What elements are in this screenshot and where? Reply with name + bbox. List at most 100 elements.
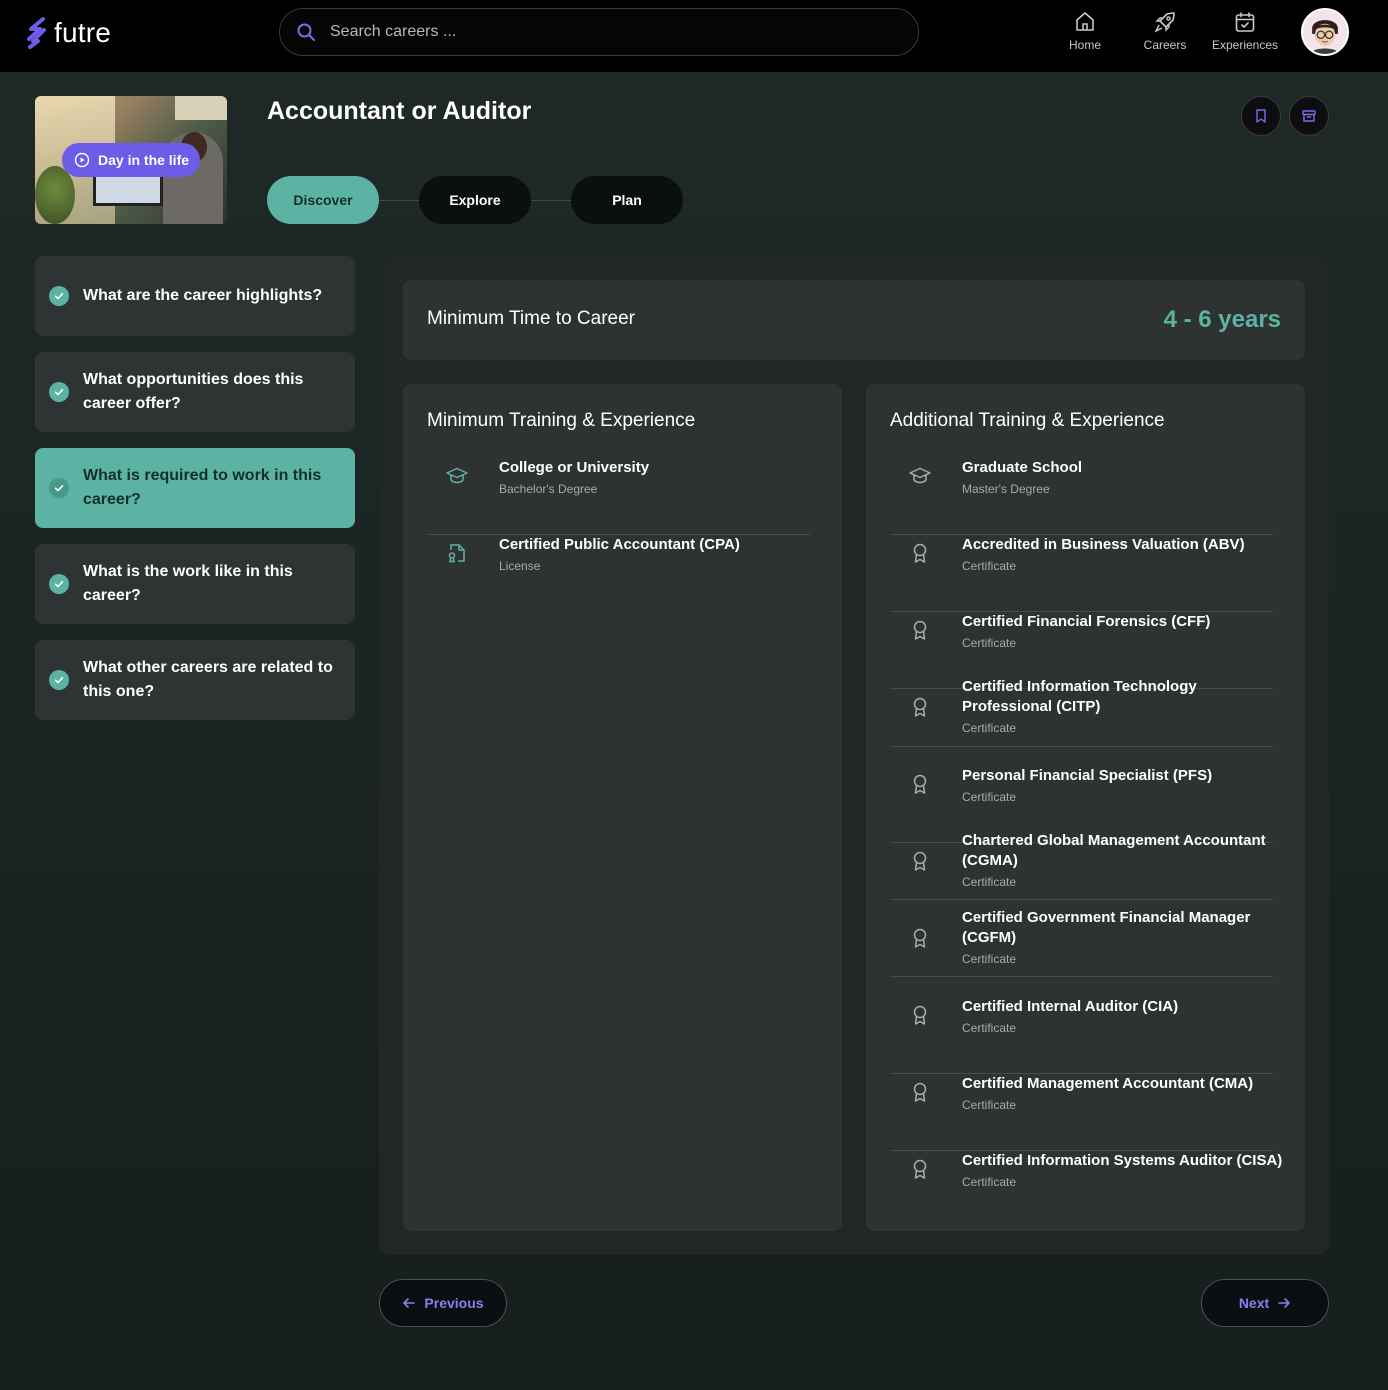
time-to-career-card: Minimum Time to Career 4 - 6 years: [403, 280, 1305, 360]
award-ribbon-icon: [913, 697, 927, 717]
entry-subtitle: Certificate: [962, 790, 1017, 804]
day-in-the-life-label: Day in the life: [98, 152, 190, 168]
time-to-career-label: Minimum Time to Career: [427, 308, 635, 329]
nav-experiences[interactable]: Experiences: [1205, 10, 1285, 60]
award-ribbon-icon: [913, 620, 927, 640]
search-icon: [297, 23, 315, 41]
entry-subtitle: Certificate: [962, 875, 1017, 889]
nav-home[interactable]: Home: [1045, 10, 1125, 60]
list-item: Certified Information Technology Profess…: [890, 669, 1273, 747]
step-discover[interactable]: Discover: [267, 176, 379, 224]
entry-title: Accredited in Business Valuation (ABV): [962, 536, 1245, 553]
futre-logo-icon: [27, 17, 46, 49]
home-icon: [1076, 12, 1094, 31]
entry-title: Certified Government Financial Manager (…: [962, 909, 1251, 946]
award-ribbon-icon: [913, 928, 927, 948]
entry-title: Certified Financial Forensics (CFF): [962, 613, 1211, 630]
next-label: Next: [1238, 1295, 1270, 1311]
entry-subtitle: Certificate: [962, 1021, 1017, 1035]
entry-title: Certified Internal Auditor (CIA): [962, 998, 1179, 1015]
entry-subtitle: Certificate: [962, 1175, 1017, 1189]
list-item: Certified Public Accountant (CPA) Licens…: [427, 535, 810, 612]
entry-subtitle: Certificate: [962, 559, 1017, 573]
check-circle-icon: [49, 478, 69, 498]
award-ribbon-icon: [913, 851, 927, 871]
page-title: Accountant or Auditor: [267, 97, 532, 125]
entry-subtitle: Certificate: [962, 721, 1017, 735]
entry-title: Certified Management Accountant (CMA): [962, 1075, 1254, 1092]
archive-icon: [1302, 110, 1316, 122]
top-bar: futre Home Careers: [0, 0, 1388, 72]
sidebar-item-label: What other careers are related to this o…: [83, 659, 333, 700]
sidebar-item-requirements[interactable]: What is required to work in this career?: [35, 448, 355, 528]
minimum-training-title: Minimum Training & Experience: [427, 410, 696, 431]
step-explore[interactable]: Explore: [419, 176, 531, 224]
sidebar-item-work-like[interactable]: What is the work like in this career?: [35, 544, 355, 624]
previous-button[interactable]: Previous: [379, 1279, 507, 1327]
sidebar-item-label: What is required to work in this career?: [83, 467, 322, 508]
sidebar-item-career-highlights[interactable]: What are the career highlights?: [35, 256, 355, 336]
entry-title: Certified Information Technology Profess…: [962, 678, 1197, 715]
thumbnail-plant: [35, 166, 75, 224]
award-ribbon-icon: [913, 1082, 927, 1102]
time-to-career-value: 4 - 6 years: [1163, 306, 1281, 333]
sidebar-item-label: What is the work like in this career?: [83, 563, 293, 604]
license-document-icon: [448, 544, 465, 563]
nav-home-label: Home: [1068, 38, 1101, 52]
search-bar[interactable]: [279, 8, 919, 56]
award-ribbon-icon: [913, 1159, 927, 1179]
entry-title: Certified Public Accountant (CPA): [499, 536, 740, 553]
entry-subtitle: Certificate: [962, 636, 1017, 650]
entry-title: Certified Information Systems Auditor (C…: [962, 1152, 1283, 1169]
play-circle-icon: [74, 152, 90, 168]
additional-training-title: Additional Training & Experience: [890, 410, 1165, 431]
entry-title: Chartered Global Management Accountant (…: [962, 832, 1266, 869]
check-circle-icon: [49, 670, 69, 690]
nav-careers[interactable]: Careers: [1125, 10, 1205, 60]
graduation-cap-icon: [909, 467, 931, 484]
bookmark-icon: [1256, 109, 1266, 123]
entry-subtitle: Certificate: [962, 952, 1017, 966]
list-item: Certified Internal Auditor (CIA) Certifi…: [890, 997, 1273, 1074]
entry-title: Personal Financial Specialist (PFS): [962, 767, 1213, 784]
entry-title: College or University: [499, 459, 650, 476]
next-button[interactable]: Next: [1201, 1279, 1329, 1327]
sidebar-item-label: What opportunities does this career offe…: [83, 371, 304, 412]
additional-training-card: Additional Training & Experience Graduat…: [866, 384, 1305, 1231]
sidebar-item-related-careers[interactable]: What other careers are related to this o…: [35, 640, 355, 720]
entry-subtitle: Certificate: [962, 1098, 1017, 1112]
award-ribbon-icon: [913, 774, 927, 794]
check-circle-icon: [49, 574, 69, 594]
minimum-training-card: Minimum Training & Experience College or…: [403, 384, 842, 1231]
day-in-the-life-button[interactable]: Day in the life: [62, 143, 200, 177]
award-ribbon-icon: [913, 543, 927, 563]
list-item: College or University Bachelor's Degree: [427, 458, 810, 535]
list-item: Certified Information Systems Auditor (C…: [890, 1151, 1282, 1228]
award-ribbon-icon: [913, 1005, 927, 1025]
check-circle-icon: [49, 382, 69, 402]
list-item: Certified Management Accountant (CMA) Ce…: [890, 1074, 1273, 1151]
futre-logo[interactable]: futre: [26, 16, 111, 50]
rocket-icon: [1154, 12, 1175, 33]
nav-experiences-label: Experiences: [1211, 38, 1279, 52]
sidebar-item-opportunities[interactable]: What opportunities does this career offe…: [35, 352, 355, 432]
list-item: Graduate School Master's Degree: [890, 458, 1273, 535]
previous-label: Previous: [424, 1295, 484, 1311]
logo-text: futre: [54, 17, 112, 48]
bookmark-button[interactable]: [1241, 96, 1281, 136]
step-plan[interactable]: Plan: [571, 176, 683, 224]
entry-subtitle: Master's Degree: [962, 482, 1050, 496]
entry-subtitle: License: [499, 559, 541, 573]
user-avatar[interactable]: [1301, 8, 1349, 56]
check-circle-icon: [49, 286, 69, 306]
graduation-cap-icon: [446, 467, 468, 484]
avatar-image: [1303, 10, 1347, 54]
calendar-check-icon: [1235, 12, 1255, 32]
search-input[interactable]: [330, 19, 890, 45]
thumbnail-shelf: [175, 96, 227, 120]
archive-button[interactable]: [1289, 96, 1329, 136]
entry-title: Graduate School: [962, 459, 1083, 476]
list-item: Accredited in Business Valuation (ABV) C…: [890, 535, 1273, 612]
list-item: Chartered Global Management Accountant (…: [890, 823, 1273, 900]
nav-careers-label: Careers: [1143, 38, 1187, 52]
